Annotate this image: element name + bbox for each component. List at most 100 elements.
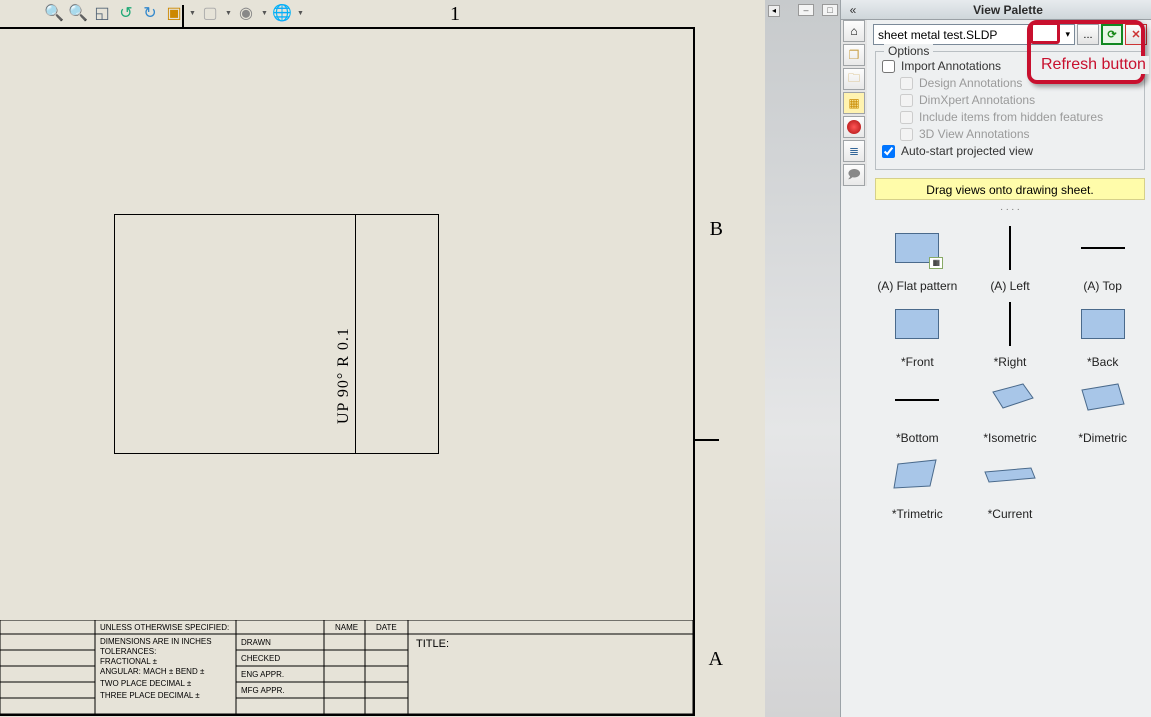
zone-label-a: A [709,649,723,669]
browse-button[interactable]: ... [1077,24,1099,45]
view-thumb: ▦ [884,223,950,273]
folder-icon: 🗀 [848,69,860,90]
tab-custom-props[interactable]: ≣ [843,140,865,162]
taskpane-tabs: ⌂ ❒ 🗀 ▦ ≣ 🗩 [841,20,867,186]
autostart-projected-check[interactable]: Auto-start projected view [882,144,1138,158]
drawing-sheet-frame: 1 B A UP 90° R 0.1 [0,27,695,716]
splitter-handle[interactable]: . . . . [869,202,1151,213]
maximize-button[interactable]: □ [822,4,838,16]
clear-button[interactable]: ✕ [1125,24,1147,45]
flat-pattern-view[interactable] [114,214,439,454]
rotate-view-icon[interactable]: ↺ [117,4,135,22]
dropdown-arrow-icon[interactable]: ▼ [297,10,303,17]
design-annotations-check: Design Annotations [900,76,1138,90]
view-item[interactable]: (A) Top [1058,223,1147,293]
hidden-features-check: Include items from hidden features [900,110,1138,124]
zoom-window-icon[interactable]: ◱ [93,4,111,22]
view-label: *Bottom [896,431,939,445]
appearance-icon [847,120,861,134]
section-view-icon[interactable]: ▣ [165,4,183,22]
view-label: *Isometric [983,431,1036,445]
view-item[interactable]: (A) Left [966,223,1055,293]
bend-note: UP 90° R 0.1 [336,327,352,424]
hide-show-icon[interactable]: ◉ [237,4,255,22]
appearance-icon[interactable]: 🌐 [273,4,291,22]
view-thumb [977,223,1043,273]
import-annotations-input[interactable] [882,60,895,73]
display-style-icon[interactable]: ▢ [201,4,219,22]
zone-label-b: B [710,219,723,239]
zone-tick-top [182,5,184,29]
minimize-button[interactable]: – [798,4,814,16]
design-annotations-input [900,77,913,90]
view-thumb [884,375,950,425]
tb-line0: DIMENSIONS ARE IN INCHES [100,637,212,646]
view-thumb [1070,375,1136,425]
views-grid: ▦(A) Flat pattern(A) Left (A) Top *Front *R… [873,223,1147,521]
3d-view-annotations-check: 3D View Annotations [900,127,1138,141]
redo-view-icon[interactable]: ↻ [141,4,159,22]
view-item[interactable]: *Right [966,299,1055,369]
palette-icon: ▦ [848,96,859,110]
view-item[interactable]: *Current [966,451,1055,521]
chevron-down-icon: ▾ [1065,29,1070,40]
view-label: *Current [988,507,1033,521]
zoom-fit-icon[interactable]: 🔍 [45,4,63,22]
drawing-canvas[interactable]: 🔍 🔍 ◱ ↺ ↻ ▣ ▼ ▢ ▼ ◉ ▼ 🌐 ▼ 1 B A UP 90° R 0.1 [0,0,765,717]
tab-file-explorer[interactable]: 🗀 [843,68,865,90]
zoom-area-icon[interactable]: 🔍 [69,4,87,22]
tab-home[interactable]: ⌂ [843,20,865,42]
view-thumb [1070,299,1136,349]
taskpane-body: sheet metal test.SLDP ▾ ... ⟳ ✕ Options … [869,20,1151,521]
tab-appearances[interactable] [843,116,865,138]
dropdown-arrow-icon[interactable]: ▼ [189,10,195,17]
library-icon: ❒ [849,48,860,62]
view-label: *Front [901,355,934,369]
tb-title-label: TITLE: [416,638,449,650]
zone-tick-right [693,439,719,441]
view-item[interactable]: ▦(A) Flat pattern [873,223,962,293]
tb-name: NAME [335,623,358,632]
options-label: Options [884,44,933,58]
dropdown-arrow-icon[interactable]: ▼ [261,10,267,17]
autostart-projected-input[interactable] [882,145,895,158]
view-item[interactable]: *Trimetric [873,451,962,521]
dimxpert-annotations-check: DimXpert Annotations [900,93,1138,107]
tb-line2: FRACTIONAL ± [100,657,158,666]
collapse-button[interactable]: « [841,4,865,16]
hidden-features-label: Include items from hidden features [919,110,1103,124]
refresh-icon: ⟳ [1107,28,1116,41]
view-thumb [884,299,950,349]
view-item[interactable]: *Bottom [873,375,962,445]
tab-view-palette[interactable]: ▦ [843,92,865,114]
view-item[interactable]: *Isometric [966,375,1055,445]
view-label: *Dimetric [1078,431,1127,445]
tb-line3: ANGULAR: MACH ± BEND ± [100,667,205,676]
scroll-left-icon[interactable]: ◂ [768,5,780,17]
taskpane-title: View Palette [865,3,1151,17]
view-item[interactable]: *Front [873,299,962,369]
list-icon: ≣ [849,144,859,158]
view-item[interactable]: *Dimetric [1058,375,1147,445]
file-name: sheet metal test.SLDP [878,28,997,42]
view-item[interactable]: *Back [1058,299,1147,369]
import-annotations-label: Import Annotations [901,59,1001,73]
forum-icon: 🗩 [847,165,860,186]
close-icon: ✕ [1131,28,1140,41]
taskpane-header: « View Palette [841,0,1151,20]
task-pane: « View Palette ⌂ ❒ 🗀 ▦ ≣ 🗩 sheet metal t… [840,0,1151,717]
dimxpert-annotations-input [900,94,913,107]
view-label: (A) Top [1083,279,1121,293]
view-thumb [1070,223,1136,273]
view-thumb [977,299,1043,349]
dropdown-arrow-icon[interactable]: ▼ [225,10,231,17]
refresh-button[interactable]: ⟳ [1101,24,1123,45]
tab-forum[interactable]: 🗩 [843,164,865,186]
3d-view-annotations-label: 3D View Annotations [919,127,1030,141]
tab-design-library[interactable]: ❒ [843,44,865,66]
view-thumb [884,451,950,501]
hidden-features-input [900,111,913,124]
part-file-select[interactable]: sheet metal test.SLDP ▾ [873,24,1075,45]
design-annotations-label: Design Annotations [919,76,1022,90]
title-block: UNLESS OTHERWISE SPECIFIED: NAME DATE DI… [0,620,693,714]
